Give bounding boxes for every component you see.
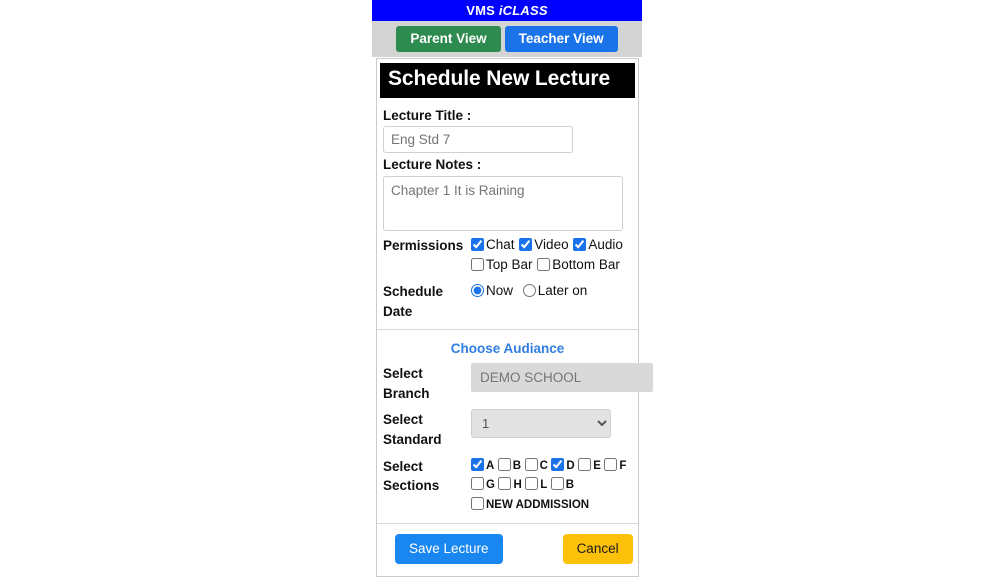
section-f-checkbox[interactable] bbox=[604, 457, 618, 471]
permission-top-bar[interactable]: Top Bar bbox=[471, 257, 536, 272]
section-b2[interactable]: B bbox=[550, 477, 575, 492]
tab-parent-view[interactable]: Parent View bbox=[396, 26, 501, 52]
schedule-later[interactable]: Later on bbox=[522, 283, 588, 299]
section-b-checkbox[interactable] bbox=[497, 457, 511, 471]
permission-video-checkbox[interactable] bbox=[519, 237, 533, 251]
select-branch-row: Select Branch bbox=[377, 359, 653, 405]
select-sections-label: Select Sections bbox=[383, 458, 440, 494]
select-branch-label: Select Branch bbox=[383, 366, 430, 401]
select-standard-label: Select Standard bbox=[383, 412, 442, 448]
brand-bar: VMS iCLASS bbox=[372, 0, 642, 21]
section-l-label: L bbox=[540, 479, 548, 492]
select-standard-dropdown[interactable]: 1 bbox=[471, 409, 611, 439]
section-b2-checkbox[interactable] bbox=[550, 477, 564, 491]
permission-top-bar-label: Top Bar bbox=[486, 256, 533, 272]
schedule-now[interactable]: Now bbox=[471, 283, 517, 298]
card-actions: Save Lecture Cancel bbox=[377, 524, 638, 576]
section-g[interactable]: G bbox=[471, 477, 495, 491]
section-d-checkbox[interactable] bbox=[551, 457, 565, 471]
save-lecture-button[interactable]: Save Lecture bbox=[395, 534, 503, 564]
section-a[interactable]: A bbox=[471, 457, 495, 472]
schedule-lecture-card: Schedule New Lecture Lecture Title : Lec… bbox=[376, 58, 653, 577]
lecture-notes-label: Lecture Notes : bbox=[383, 157, 482, 173]
brand-name: VMS bbox=[466, 3, 496, 18]
schedule-later-radio[interactable] bbox=[522, 284, 536, 298]
section-g-checkbox[interactable] bbox=[471, 477, 484, 491]
permission-bottom-bar[interactable]: Bottom Bar bbox=[537, 257, 620, 272]
lecture-title-input[interactable] bbox=[383, 126, 573, 154]
lecture-notes-field: Lecture Notes : bbox=[377, 157, 638, 231]
section-c-checkbox[interactable] bbox=[524, 457, 538, 471]
permissions-row: Permissions Chat Video Audio Top Bar Bot… bbox=[377, 231, 638, 278]
select-sections-options: A B C D E F G H L B NEW ADDMISSION bbox=[471, 456, 638, 515]
app-viewport: VMS iCLASS Parent View Teacher View Sche… bbox=[372, 0, 653, 577]
section-new-addmission[interactable]: NEW ADDMISSION bbox=[471, 497, 589, 511]
section-b-label: B bbox=[512, 459, 522, 472]
schedule-date-row: Schedule Date Now Later on bbox=[377, 277, 638, 323]
tab-teacher-view[interactable]: Teacher View bbox=[504, 26, 618, 52]
section-h-checkbox[interactable] bbox=[498, 477, 512, 491]
schedule-later-label: Later on bbox=[537, 283, 588, 299]
section-f[interactable]: F bbox=[604, 457, 627, 472]
select-standard-control: 1 bbox=[471, 409, 638, 439]
select-standard-row: Select Standard 1 bbox=[377, 405, 638, 451]
view-switcher: Parent View Teacher View bbox=[372, 21, 642, 57]
select-branch-input[interactable] bbox=[471, 363, 653, 393]
select-sections-row: Select Sections A B C D E F G H L B NEW … bbox=[377, 452, 638, 517]
section-l-checkbox[interactable] bbox=[525, 477, 539, 491]
choose-audience-section: Choose Audiance Select Branch Select Sta… bbox=[377, 330, 653, 519]
section-g-label: G bbox=[486, 479, 495, 492]
schedule-date-options: Now Later on bbox=[471, 281, 638, 301]
schedule-now-label: Now bbox=[486, 283, 514, 299]
permission-chat[interactable]: Chat bbox=[471, 237, 518, 252]
page-title: Schedule New Lecture bbox=[380, 63, 635, 98]
choose-audience-heading: Choose Audiance bbox=[450, 341, 565, 357]
section-new-addmission-label: NEW ADDMISSION bbox=[486, 499, 590, 512]
permission-chat-label: Chat bbox=[486, 236, 515, 252]
permissions-options: Chat Video Audio Top Bar Bottom Bar bbox=[471, 235, 638, 276]
schedule-date-label: Schedule Date bbox=[383, 284, 444, 319]
permission-top-bar-checkbox[interactable] bbox=[471, 257, 484, 271]
schedule-now-radio[interactable] bbox=[471, 284, 484, 298]
section-h-label: H bbox=[513, 479, 522, 492]
section-e-label: E bbox=[593, 459, 601, 472]
section-c-label: C bbox=[539, 459, 548, 472]
section-c[interactable]: C bbox=[524, 457, 548, 472]
section-a-checkbox[interactable] bbox=[471, 457, 484, 471]
lecture-details-section: Lecture Title : Lecture Notes : Permissi… bbox=[377, 98, 638, 326]
section-d-label: D bbox=[566, 459, 575, 472]
cancel-button[interactable]: Cancel bbox=[562, 534, 633, 564]
section-e-checkbox[interactable] bbox=[578, 457, 592, 471]
permission-audio[interactable]: Audio bbox=[573, 237, 623, 252]
select-branch-control bbox=[471, 363, 653, 393]
permissions-label: Permissions bbox=[383, 237, 464, 253]
section-f-label: F bbox=[619, 459, 627, 472]
section-new-addmission-checkbox[interactable] bbox=[471, 497, 484, 511]
permission-bottom-bar-checkbox[interactable] bbox=[537, 257, 551, 271]
permission-bottom-bar-label: Bottom Bar bbox=[552, 256, 620, 272]
section-b[interactable]: B bbox=[497, 457, 522, 472]
permission-audio-checkbox[interactable] bbox=[573, 237, 587, 251]
section-l[interactable]: L bbox=[525, 477, 547, 491]
permission-audio-label: Audio bbox=[588, 236, 623, 252]
section-a-label: A bbox=[486, 459, 495, 472]
section-h[interactable]: H bbox=[498, 477, 522, 492]
brand-product: iCLASS bbox=[498, 3, 548, 18]
lecture-title-label: Lecture Title : bbox=[383, 107, 472, 123]
lecture-title-field: Lecture Title : bbox=[377, 108, 638, 154]
lecture-notes-textarea[interactable] bbox=[383, 175, 623, 231]
permission-video[interactable]: Video bbox=[519, 237, 572, 252]
section-e[interactable]: E bbox=[578, 457, 601, 472]
section-d[interactable]: D bbox=[551, 457, 575, 472]
section-b2-label: B bbox=[565, 479, 575, 492]
permission-chat-checkbox[interactable] bbox=[471, 237, 484, 251]
permission-video-label: Video bbox=[534, 236, 569, 252]
